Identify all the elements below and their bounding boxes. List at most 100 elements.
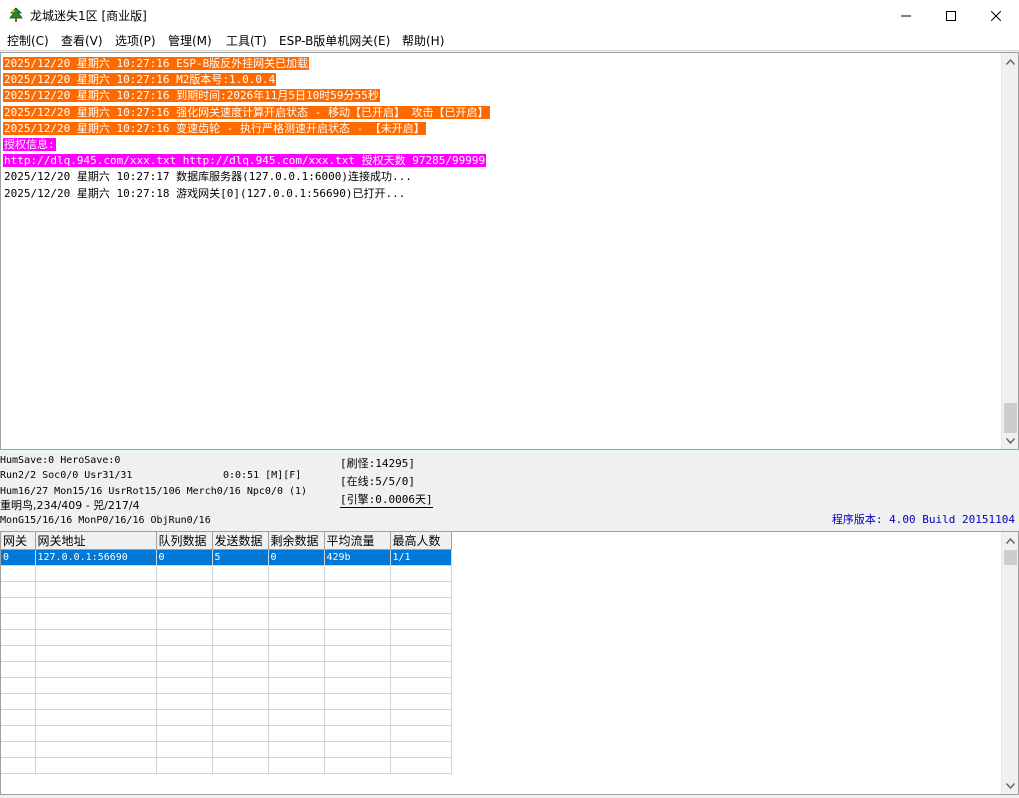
table-cell bbox=[212, 565, 269, 582]
table-cell bbox=[324, 645, 391, 662]
table-row[interactable] bbox=[1, 565, 452, 582]
scroll-up-button[interactable] bbox=[1002, 53, 1018, 70]
log-panel[interactable]: 2025/12/20 星期六 10:27:16 ESP-B版反外挂网关已加载 20… bbox=[0, 52, 1019, 450]
table-cell bbox=[156, 597, 213, 614]
menu-esp-gateway[interactable]: ESP-B版单机网关(E) bbox=[279, 33, 390, 49]
minimize-button[interactable] bbox=[883, 0, 929, 31]
log-line: http://dlq.945.com/xxx.txt http://dlq.94… bbox=[3, 153, 490, 169]
table-row[interactable] bbox=[1, 597, 452, 614]
log-line: 授权信息: bbox=[3, 137, 490, 153]
table-row[interactable] bbox=[1, 613, 452, 630]
log-line-text: 2025/12/20 星期六 10:27:16 到期时间:2026年11月5日1… bbox=[3, 89, 380, 103]
log-line-text: 2025/12/20 星期六 10:27:17 数据库服务器(127.0.0.1… bbox=[4, 170, 412, 184]
table-cell bbox=[35, 757, 157, 774]
table-cell bbox=[156, 613, 213, 630]
table-row[interactable] bbox=[1, 629, 452, 646]
status-online: [在线:5/5/0] bbox=[340, 475, 415, 488]
menu-help[interactable]: 帮助(H) bbox=[402, 33, 444, 49]
table-cell bbox=[324, 741, 391, 758]
menu-options[interactable]: 选项(P) bbox=[115, 33, 156, 49]
table-row[interactable] bbox=[1, 645, 452, 662]
table-cell bbox=[35, 709, 157, 726]
menu-manage[interactable]: 管理(M) bbox=[168, 33, 212, 49]
table-cell bbox=[324, 613, 391, 630]
table-cell bbox=[1, 581, 36, 598]
table-cell: 0 bbox=[1, 549, 36, 566]
gateway-table-panel: 网关 网关地址 队列数据 发送数据 剩余数据 平均流量 最高人数 0 127.0.0.1:56… bbox=[0, 531, 1019, 795]
table-cell bbox=[35, 725, 157, 742]
close-button[interactable] bbox=[973, 0, 1019, 31]
table-cell bbox=[212, 645, 269, 662]
table-cell bbox=[390, 757, 452, 774]
table-row[interactable] bbox=[1, 581, 452, 598]
log-line-text: 2025/12/20 星期六 10:27:16 强化网关速度计算开启状态 - 移… bbox=[3, 105, 490, 119]
tree-app-icon bbox=[9, 7, 23, 22]
minimize-icon bbox=[901, 15, 911, 16]
table-cell bbox=[1, 613, 36, 630]
table-cell bbox=[390, 613, 452, 630]
table-scroll-thumb[interactable] bbox=[1004, 550, 1017, 565]
table-cell bbox=[1, 709, 36, 726]
table-cell: 429b bbox=[324, 549, 391, 566]
table-cell bbox=[1, 725, 36, 742]
table-cell bbox=[212, 709, 269, 726]
menu-view[interactable]: 查看(V) bbox=[61, 33, 103, 49]
table-cell bbox=[35, 677, 157, 694]
header-col-max-users[interactable]: 最高人数 bbox=[390, 532, 452, 550]
table-cell bbox=[268, 613, 325, 630]
table-row[interactable] bbox=[1, 725, 452, 742]
table-cell bbox=[268, 565, 325, 582]
table-row[interactable] bbox=[1, 741, 452, 758]
table-row[interactable] bbox=[1, 677, 452, 694]
menu-control[interactable]: 控制(C) bbox=[7, 33, 49, 49]
log-scrollbar[interactable] bbox=[1001, 53, 1018, 449]
table-cell bbox=[35, 693, 157, 710]
header-col-gateway-address[interactable]: 网关地址 bbox=[35, 532, 157, 550]
status-engine: [引擎:0.0006天] bbox=[340, 493, 433, 508]
table-cell bbox=[212, 757, 269, 774]
table-scrollbar[interactable] bbox=[1001, 532, 1018, 794]
table-cell bbox=[156, 629, 213, 646]
status-monster: 重明鸟,234/409 - 兕/217/4 bbox=[0, 499, 140, 512]
table-cell bbox=[212, 597, 269, 614]
table-cell bbox=[212, 661, 269, 678]
header-col-gateway[interactable]: 网关 bbox=[1, 532, 36, 550]
table-cell bbox=[1, 741, 36, 758]
status-refresh: [刷怪:14295] bbox=[340, 457, 415, 470]
header-col-sent-data[interactable]: 发送数据 bbox=[212, 532, 269, 550]
header-col-queue-data[interactable]: 队列数据 bbox=[156, 532, 213, 550]
menu-bar: 控制(C) 查看(V) 选项(P) 管理(M) 工具(T) ESP-B版单机网关… bbox=[0, 31, 1019, 51]
table-row[interactable]: 0 127.0.0.1:56690 0 5 0 429b 1/1 bbox=[1, 549, 452, 566]
scroll-down-button[interactable] bbox=[1002, 432, 1018, 449]
table-cell bbox=[390, 693, 452, 710]
table-cell bbox=[1, 645, 36, 662]
table-cell bbox=[156, 709, 213, 726]
table-cell bbox=[390, 661, 452, 678]
table-cell: 0 bbox=[156, 549, 213, 566]
header-col-avg-traffic[interactable]: 平均流量 bbox=[324, 532, 391, 550]
table-cell bbox=[212, 629, 269, 646]
title-bar: 龙城迷失1区 [商业版] bbox=[0, 0, 1019, 31]
log-line-text: 2025/12/20 星期六 10:27:16 M2版本号:1.0.0.4 bbox=[3, 73, 277, 87]
table-cell bbox=[324, 565, 391, 582]
status-mon: MonG15/16/16 MonP0/16/16 ObjRun0/16 bbox=[0, 515, 211, 526]
table-cell bbox=[1, 757, 36, 774]
maximize-button[interactable] bbox=[928, 0, 974, 31]
table-row[interactable] bbox=[1, 709, 452, 726]
status-uptime: 0:0:51 [M][F] bbox=[223, 470, 302, 481]
table-cell bbox=[324, 629, 391, 646]
header-col-remaining-data[interactable]: 剩余数据 bbox=[268, 532, 325, 550]
table-scroll-up-button[interactable] bbox=[1002, 532, 1018, 549]
table-row[interactable] bbox=[1, 661, 452, 678]
scroll-thumb[interactable] bbox=[1004, 403, 1017, 433]
log-line-text: 2025/12/20 星期六 10:27:16 ESP-B版反外挂网关已加载 bbox=[3, 57, 310, 70]
table-row[interactable] bbox=[1, 757, 452, 774]
table-scroll-down-button[interactable] bbox=[1002, 777, 1018, 794]
menu-tools[interactable]: 工具(T) bbox=[226, 33, 267, 49]
table-cell bbox=[35, 661, 157, 678]
status-hum: Hum16/27 Mon15/16 UsrRot15/106 Merch0/16… bbox=[0, 486, 308, 497]
log-line: 2025/12/20 星期六 10:27:16 ESP-B版反外挂网关已加载 bbox=[3, 56, 490, 72]
log-line-text: http://dlq.945.com/xxx.txt http://dlq.94… bbox=[3, 154, 487, 168]
table-cell bbox=[1, 565, 36, 582]
table-row[interactable] bbox=[1, 693, 452, 710]
